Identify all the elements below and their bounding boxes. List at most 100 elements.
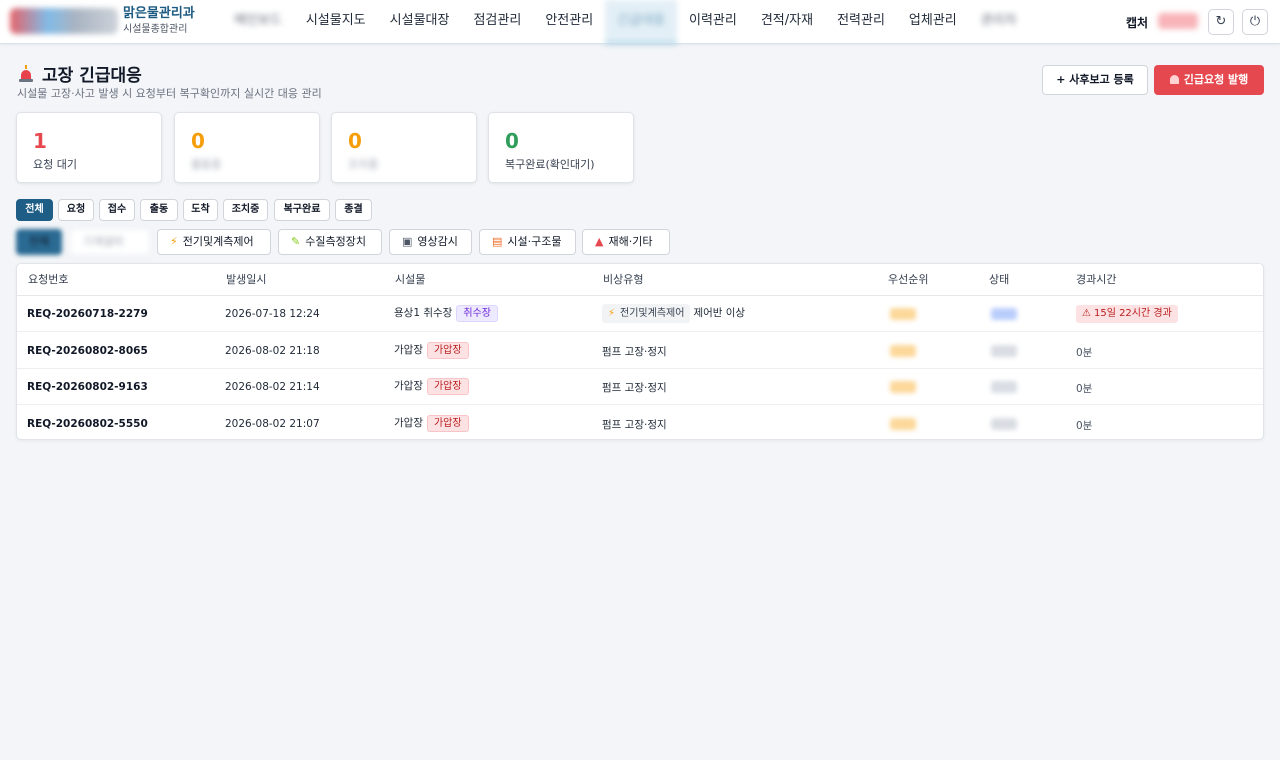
column-header[interactable]: 시설물	[395, 264, 425, 296]
brand-subtitle: 시설물종합관리	[123, 24, 188, 35]
priority-badge	[890, 417, 916, 430]
nav-item[interactable]: 메인보드	[222, 0, 294, 44]
nav-item[interactable]: 견적/자재	[749, 0, 825, 44]
nav-item[interactable]: 전력관리	[825, 0, 897, 44]
column-header[interactable]: 발생일시	[226, 264, 266, 296]
nav-item[interactable]: 이력관리	[677, 0, 749, 44]
status-filter-chip[interactable]: 전체	[16, 199, 53, 221]
emergency-type-cell: ⚡ 전기및계측제어 제어반 이상	[602, 304, 745, 323]
column-header[interactable]: 요청번호	[28, 264, 68, 296]
category-filter-chip[interactable]: ▤ 시설·구조물	[479, 229, 576, 255]
column-header[interactable]: 우선순위	[888, 264, 928, 296]
nav-item[interactable]: 긴급대응	[605, 0, 677, 44]
category-filter-chip[interactable]: 전체	[16, 229, 62, 255]
occurred-datetime: 2026-07-18 12:24	[225, 308, 320, 320]
status-filter-chip[interactable]: 접수	[99, 199, 135, 221]
column-header[interactable]: 비상유형	[603, 264, 643, 296]
status-filter-chip[interactable]: 조치중	[223, 199, 268, 221]
facility-type-tag: 취수장	[456, 305, 498, 322]
status-badge	[991, 417, 1017, 430]
nav-item[interactable]: 점검관리	[461, 0, 533, 44]
status-filter-chip[interactable]: 종결	[335, 199, 372, 221]
category-filter-chip[interactable]: ⚡ 전기및계측제어	[157, 229, 271, 255]
emergency-requests-table: 요청번호 발생일시 시설물 비상유형 우선순위 상태 경과시간 REQ-20260718-2…	[16, 263, 1264, 440]
power-icon[interactable]: ⏻	[1242, 9, 1268, 35]
facility-name: 가압장	[394, 380, 423, 392]
elapsed-time: 15일 22시간 경과	[1093, 308, 1172, 319]
table-row[interactable]: REQ-20260802-9163 2026-08-02 21:14 가압장 가압장 펌…	[17, 369, 1263, 405]
status-filter-chip[interactable]: 복구완료	[274, 199, 330, 221]
page-subtitle: 시설물 고장·사고 발생 시 요청부터 복구확인까지 실시간 대응 관리	[17, 87, 322, 100]
facility-icon: ▤	[492, 235, 503, 248]
facility-type-tag: 가압장	[426, 414, 469, 432]
stat-card[interactable]: 1 요청 대기	[16, 112, 162, 183]
emergency-type-cell: 펌프 고장·정지	[602, 380, 667, 395]
nav-item[interactable]: 업체관리	[897, 0, 969, 44]
test-tube-icon: ✎	[291, 235, 301, 248]
category-filter-chip[interactable]: 기계설비	[70, 229, 150, 255]
facility-name: 용상1 취수장	[394, 307, 453, 319]
nav-item[interactable]: 관리자	[969, 0, 1029, 44]
priority-badge	[890, 308, 916, 320]
refresh-icon[interactable]: ↻	[1208, 9, 1234, 35]
category-filter-chip[interactable]: ▣ 영상감시	[389, 229, 472, 255]
nav-item[interactable]: 시설물지도	[294, 0, 378, 44]
capture-button[interactable]: 캡처	[1126, 14, 1148, 31]
request-id: REQ-20260802-5550	[27, 417, 148, 430]
status-filter-chip[interactable]: 요청	[58, 199, 94, 221]
stat-value: 0	[348, 129, 362, 153]
category-filter-chip[interactable]: ✎ 수질측정장치	[278, 229, 382, 255]
category-filter-label: 전체	[29, 235, 50, 248]
status-filter-chip[interactable]: 출동	[140, 199, 178, 221]
column-header[interactable]: 상태	[989, 264, 1009, 296]
emergency-request-label: 긴급요청 발행	[1183, 73, 1249, 86]
warning-icon: ⚠	[1082, 308, 1091, 319]
facility-cell: 가압장 가압장	[394, 378, 469, 395]
category-filter-label: 전기및계측제어	[182, 235, 254, 248]
bolt-icon: ⚡	[170, 235, 178, 248]
disaster-icon: ▲	[595, 235, 604, 248]
emergency-type: 펌프 고장·정지	[602, 345, 667, 358]
nav-item[interactable]: 안전관리	[533, 0, 605, 44]
column-header[interactable]: 경과시간	[1076, 264, 1116, 296]
nav-item[interactable]: 시설물대장	[378, 0, 462, 44]
priority-badge	[890, 381, 916, 393]
category-filter-chip[interactable]: ▲ 재해·기타	[582, 229, 670, 255]
request-id: REQ-20260718-2279	[27, 308, 148, 320]
occurred-datetime: 2026-08-02 21:14	[225, 381, 320, 393]
table-row[interactable]: REQ-20260802-8065 2026-08-02 21:18 가압장 가압장 펌…	[17, 333, 1263, 369]
stat-value: 1	[33, 129, 47, 153]
request-id: REQ-20260802-9163	[27, 381, 148, 393]
status-badge	[991, 308, 1017, 320]
stat-card[interactable]: 0 조치중	[331, 112, 477, 183]
facility-cell: 용상1 취수장 취수장	[394, 305, 498, 322]
org-logo[interactable]	[10, 8, 118, 34]
main-nav: 메인보드 시설물지도 시설물대장 점검관리 안전관리 긴급대응 이력관리 견적/자재 전력관리 업…	[222, 0, 1029, 44]
facility-cell: 가압장 가압장	[394, 341, 469, 359]
status-filter-chip[interactable]: 도착	[183, 199, 218, 221]
siren-icon	[1169, 75, 1179, 84]
user-badge[interactable]	[1158, 13, 1198, 29]
table-row[interactable]: REQ-20260802-5550 2026-08-02 21:07 가압장 가압장 펌…	[17, 406, 1263, 440]
stat-label: 요청 대기	[33, 158, 77, 171]
stat-label: 조치중	[348, 158, 379, 171]
stat-value: 0	[191, 129, 205, 153]
facility-name: 가압장	[394, 416, 423, 429]
stat-card[interactable]: 0 복구완료(확인대기)	[488, 112, 634, 183]
facility-cell: 가압장 가압장	[394, 414, 469, 432]
brand[interactable]: 맑은물관리과 시설물종합관리	[123, 6, 195, 37]
facility-type-tag: 가압장	[426, 378, 469, 395]
page-title: 고장 긴급대응	[42, 66, 142, 86]
elapsed-time: 0분	[1076, 346, 1093, 359]
facility-name: 가압장	[394, 343, 423, 356]
emergency-request-button[interactable]: 긴급요청 발행	[1154, 65, 1264, 95]
brand-title: 맑은물관리과	[123, 6, 195, 21]
stat-label: 복구완료(확인대기)	[505, 158, 595, 171]
table-row[interactable]: REQ-20260718-2279 2026-07-18 12:24 용상1 취수장…	[17, 296, 1263, 332]
post-report-button[interactable]: + 사후보고 등록	[1042, 65, 1148, 95]
elapsed-alert-badge: ⚠ 15일 22시간 경과	[1076, 305, 1178, 323]
category-filter-label: 재해·기타	[608, 235, 653, 248]
emergency-type: 펌프 고장·정지	[602, 418, 667, 431]
category-filter-label: 기계설비	[83, 235, 124, 248]
stat-card[interactable]: 0 출동중	[174, 112, 320, 183]
